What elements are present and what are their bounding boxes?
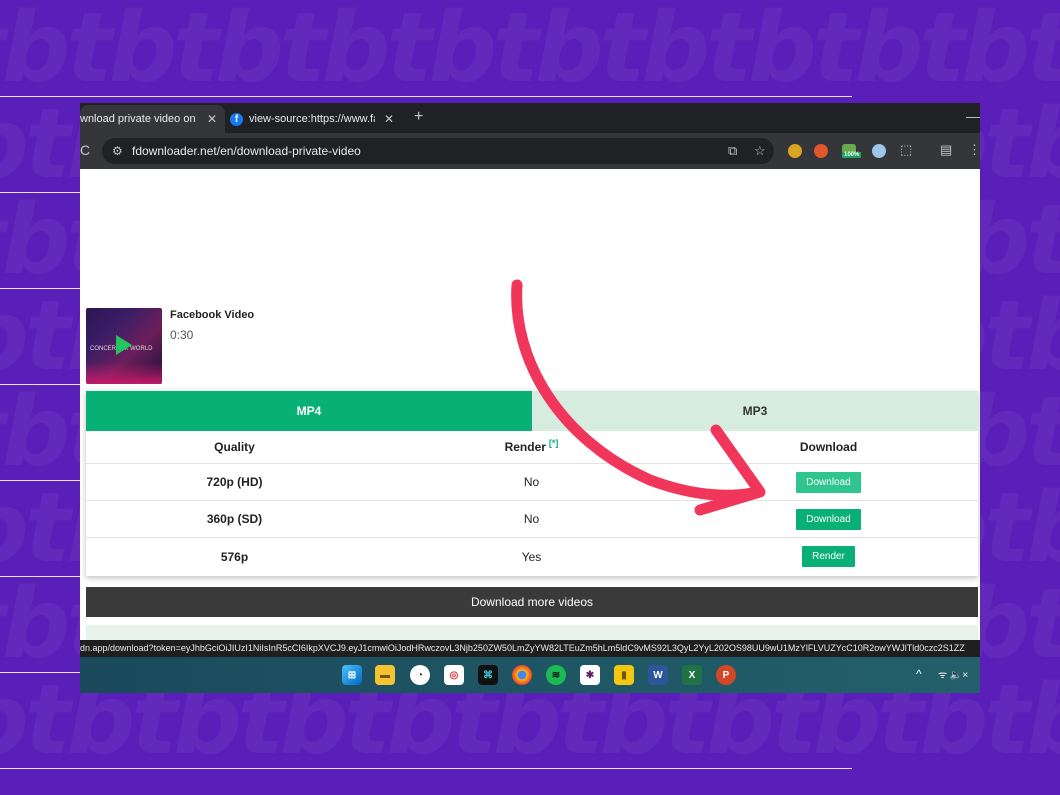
tab-mp4[interactable]: MP4 — [86, 391, 532, 431]
close-icon[interactable]: ✕ — [384, 112, 394, 126]
app-icon[interactable]: ▮ — [614, 665, 634, 685]
render-cell: Yes — [521, 549, 542, 564]
render-note-link[interactable]: [*] — [549, 438, 559, 448]
play-icon[interactable] — [116, 335, 132, 355]
tab-fdownloader[interactable]: wnload private video on Face ✕ — [80, 105, 225, 133]
render-button-576p[interactable]: Render — [802, 546, 855, 567]
url-text: fdownloader.net/en/download-private-vide… — [132, 144, 361, 158]
render-cell: No — [523, 475, 540, 489]
site-settings-icon[interactable]: ⚙ — [112, 144, 123, 158]
table-header: Quality Render [*] Download — [86, 431, 978, 464]
reload-icon[interactable]: C — [80, 142, 90, 158]
facebook-icon: f — [230, 112, 243, 126]
download-button-360p[interactable]: Download — [796, 508, 861, 530]
menu-icon[interactable]: ⋮ — [968, 142, 980, 158]
header-quality: Quality — [214, 440, 255, 454]
thumbnail-stage-light — [86, 362, 162, 384]
download-more-button[interactable]: Download more videos — [86, 587, 978, 617]
word-icon[interactable]: W — [648, 665, 668, 685]
video-thumbnail[interactable]: CONCERT 4K WORLD — [86, 308, 162, 384]
side-panel-icon[interactable]: ▤ — [940, 142, 952, 158]
table-row: 360p (SD) No Download — [86, 501, 978, 538]
install-app-icon[interactable]: ⧉ — [728, 143, 737, 159]
video-title: Facebook Video — [170, 309, 255, 321]
bookmark-star-icon[interactable]: ☆ — [754, 143, 766, 159]
quality-cell: 576p — [220, 549, 249, 564]
quality-cell: 360p (SD) — [206, 512, 263, 526]
table-row: 576p Yes Render — [86, 538, 978, 575]
page-viewport: CONCERT 4K WORLD Facebook Video 0:30 MP4… — [80, 169, 980, 659]
chrome-icon[interactable] — [512, 665, 532, 685]
download-button-720p[interactable]: Download — [796, 471, 861, 493]
extensions-puzzle-icon[interactable]: ⬚ — [900, 142, 912, 158]
header-render: Render [*] — [383, 431, 680, 463]
windows-start-icon[interactable]: ⊞ — [342, 665, 362, 685]
chevron-up-icon[interactable]: ^ — [916, 667, 922, 681]
browser-toolbar: C ⚙ fdownloader.net/en/download-private-… — [80, 133, 980, 169]
video-duration: 0:30 — [170, 328, 194, 342]
browser-window: wnload private video on Face ✕ f view-so… — [80, 103, 980, 693]
app-icon[interactable]: ◔ — [410, 665, 430, 685]
extension-icon[interactable] — [872, 144, 886, 158]
minimize-button[interactable]: — — [966, 108, 980, 124]
download-cell: Download — [680, 464, 977, 500]
tab-label: wnload private video on Face — [80, 113, 198, 125]
app-icon[interactable]: ◎ — [444, 665, 464, 685]
app-icon[interactable]: ⌘ — [478, 665, 498, 685]
spotify-icon[interactable]: ≋ — [546, 665, 566, 685]
file-explorer-icon[interactable]: ▬ — [375, 665, 395, 685]
windows-taskbar: ⊞ ▬ ◔ ◎ ⌘ ≋ ✱ ▮ W X P ^ ᯤ 🔈× — [80, 657, 980, 693]
powerpoint-icon[interactable]: P — [716, 665, 736, 685]
tab-strip: wnload private video on Face ✕ f view-so… — [80, 103, 980, 133]
address-bar[interactable]: ⚙ fdownloader.net/en/download-private-vi… — [102, 138, 774, 164]
tab-label: view-source:https://www.facebo — [249, 113, 375, 125]
render-cell: No — [523, 512, 540, 526]
extension-icon[interactable] — [788, 144, 802, 158]
download-panel: MP4 MP3 Quality Render [*] Download 720p … — [86, 391, 978, 576]
header-render-label: Render — [504, 440, 546, 454]
extension-badge: 100% — [842, 152, 862, 158]
tab-view-source[interactable]: f view-source:https://www.facebo ✕ — [230, 105, 402, 133]
extension-icon[interactable] — [814, 144, 828, 158]
status-bar-url: dn.app/download?token=eyJhbGciOiJIUzI1Ni… — [80, 640, 980, 657]
download-cell: Render — [680, 538, 977, 575]
close-icon[interactable]: ✕ — [207, 112, 217, 126]
tab-mp3[interactable]: MP3 — [532, 391, 978, 431]
wifi-volume-icons[interactable]: ᯤ 🔈× — [938, 667, 968, 681]
quality-cell: 720p (HD) — [206, 475, 263, 489]
header-download: Download — [799, 440, 858, 454]
new-tab-button[interactable]: + — [414, 108, 423, 126]
download-cell: Download — [680, 501, 977, 537]
slack-icon[interactable]: ✱ — [580, 665, 600, 685]
excel-icon[interactable]: X — [682, 665, 702, 685]
table-row: 720p (HD) No Download — [86, 464, 978, 501]
